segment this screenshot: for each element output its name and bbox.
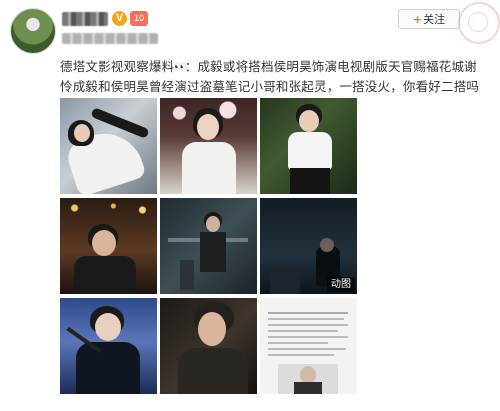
photo-9-article[interactable] xyxy=(260,298,357,394)
avatar[interactable] xyxy=(10,8,56,54)
user-badges: V 10 xyxy=(112,11,148,26)
photo-4[interactable] xyxy=(60,198,157,294)
photo-6-gif[interactable]: 动图 xyxy=(260,198,357,294)
photo-8[interactable] xyxy=(160,298,257,394)
watermark-stamp xyxy=(458,2,500,44)
photo-1[interactable] xyxy=(60,98,157,194)
photo-3[interactable] xyxy=(260,98,357,194)
image-grid: 动图 xyxy=(60,98,357,398)
level-badge-icon: 10 xyxy=(130,11,148,26)
eyes-emoji-icon: 👀 xyxy=(174,62,187,73)
gif-badge: 动图 xyxy=(327,277,355,292)
follow-button[interactable]: +关注 xyxy=(398,9,460,29)
post-text-head: 德塔文影视观察爆料 xyxy=(60,59,175,74)
photo-7[interactable] xyxy=(60,298,157,394)
post-meta-blurred xyxy=(62,33,158,44)
plus-icon: + xyxy=(412,13,423,26)
username-blurred[interactable] xyxy=(62,12,108,26)
verified-badge-icon: V xyxy=(112,11,127,26)
photo-2[interactable] xyxy=(160,98,257,194)
photo-5[interactable] xyxy=(160,198,257,294)
follow-label: 关注 xyxy=(423,13,446,26)
